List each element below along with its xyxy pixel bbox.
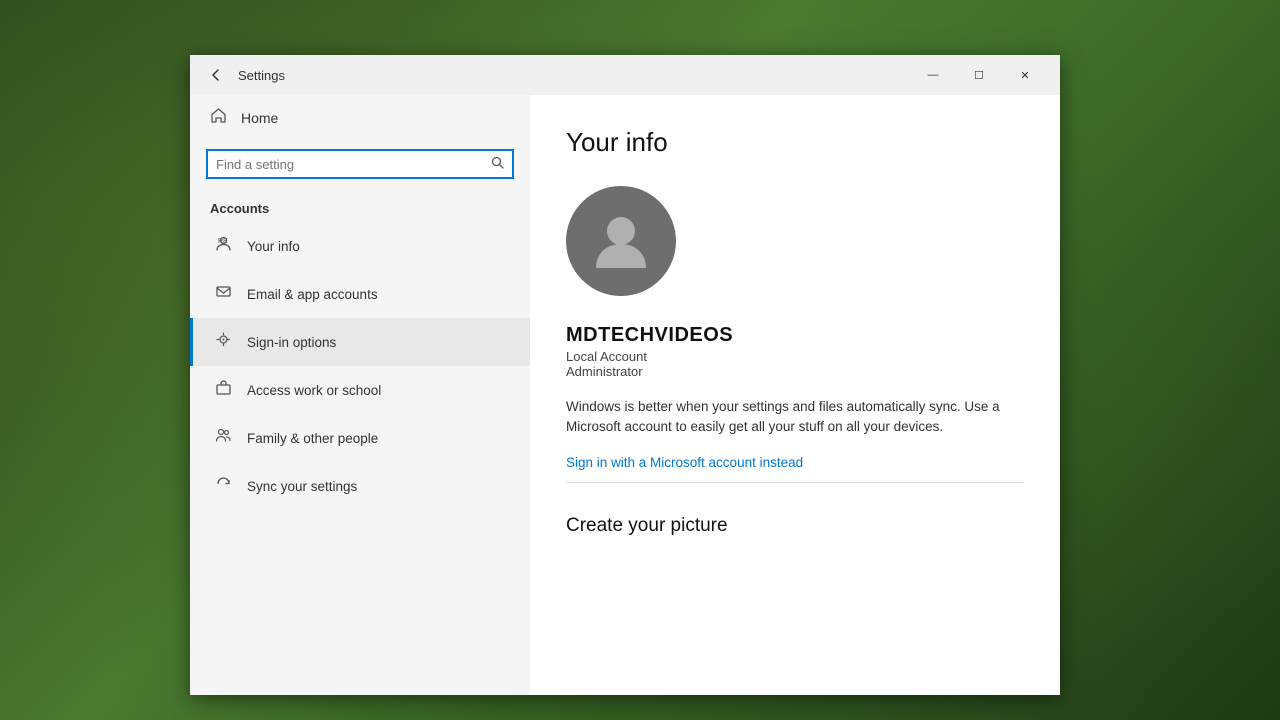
sidebar-item-email[interactable]: Email & app accounts: [190, 270, 530, 318]
titlebar: Settings — ☐ ✕: [190, 55, 1060, 95]
signin-icon: [213, 331, 233, 353]
search-container: [190, 141, 530, 187]
main-content: Your info MDTECHVIDEOS Local Account Adm…: [530, 95, 1060, 695]
sidebar-item-access-work[interactable]: Access work or school: [190, 366, 530, 414]
family-label: Family & other people: [247, 431, 378, 446]
microsoft-account-link[interactable]: Sign in with a Microsoft account instead: [566, 455, 803, 470]
avatar-svg: [586, 206, 656, 276]
sync-label: Sync your settings: [247, 479, 357, 494]
page-title: Your info: [566, 127, 1024, 158]
accounts-section-header: Accounts: [190, 187, 530, 222]
email-label: Email & app accounts: [247, 287, 378, 302]
your-info-label: Your info: [247, 239, 300, 254]
window-body: Home Accounts: [190, 95, 1060, 695]
create-picture-title: Create your picture: [566, 515, 1024, 537]
divider: [566, 482, 1024, 483]
sidebar-item-home[interactable]: Home: [190, 95, 530, 141]
sync-icon: [213, 475, 233, 497]
sidebar-item-sync[interactable]: Sync your settings: [190, 462, 530, 510]
home-icon: [210, 107, 227, 129]
search-input[interactable]: [216, 157, 491, 172]
profile-section: [566, 186, 1024, 296]
close-button[interactable]: ✕: [1002, 59, 1048, 91]
signin-label: Sign-in options: [247, 335, 336, 350]
access-work-label: Access work or school: [247, 383, 381, 398]
user-role: Administrator: [566, 364, 1024, 379]
search-box[interactable]: [206, 149, 514, 179]
sidebar-item-signin[interactable]: Sign-in options: [190, 318, 530, 366]
sidebar: Home Accounts: [190, 95, 530, 695]
sidebar-item-your-info[interactable]: RE Your info: [190, 222, 530, 270]
account-type: Local Account: [566, 349, 1024, 364]
home-label: Home: [241, 110, 278, 126]
maximize-button[interactable]: ☐: [956, 59, 1002, 91]
window-controls: — ☐ ✕: [910, 59, 1048, 91]
family-icon: [213, 427, 233, 449]
window-title: Settings: [238, 68, 910, 83]
settings-window: Settings — ☐ ✕ Home: [190, 55, 1060, 695]
sync-description: Windows is better when your settings and…: [566, 397, 1024, 438]
back-button[interactable]: [202, 61, 230, 89]
svg-text:RE: RE: [218, 238, 228, 245]
search-icon: [491, 156, 504, 172]
username: MDTECHVIDEOS: [566, 324, 1024, 347]
minimize-button[interactable]: —: [910, 59, 956, 91]
sidebar-item-family[interactable]: Family & other people: [190, 414, 530, 462]
your-info-icon: RE: [213, 235, 233, 257]
email-icon: [213, 283, 233, 305]
work-icon: [213, 379, 233, 401]
avatar: [566, 186, 676, 296]
